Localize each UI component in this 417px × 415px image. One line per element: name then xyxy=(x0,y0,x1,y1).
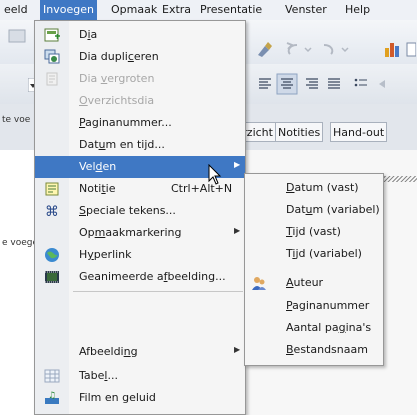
menu-opmaak[interactable]: Opmaak xyxy=(111,3,157,16)
svg-text:⌘: ⌘ xyxy=(45,204,59,219)
field-datum-variabel[interactable]: Datum (variabel) xyxy=(245,199,383,221)
menu-item-datum-en-tijd[interactable]: Datum en tijd... xyxy=(35,134,245,156)
align-right-icon[interactable] xyxy=(303,75,321,93)
note-icon xyxy=(45,182,59,196)
tab-hand-out[interactable]: Hand-out xyxy=(330,122,388,142)
tab-notities[interactable]: Notities xyxy=(275,122,324,142)
field-datum-vast[interactable]: Datum (vast) xyxy=(245,177,383,199)
field-tijd-variabel[interactable]: Tijd (variabel) xyxy=(245,243,383,265)
expand-slide-icon xyxy=(46,72,58,86)
indent-icon[interactable] xyxy=(376,75,394,93)
field-bestandsnaam[interactable]: Bestandsnaam xyxy=(245,339,383,361)
align-center-icon[interactable] xyxy=(276,73,298,95)
special-character-icon: ⌘ xyxy=(45,204,59,219)
menu-item-overzichtsdia[interactable]: Overzichtsdia xyxy=(35,90,245,112)
submenu-arrow-icon: ▶ xyxy=(234,226,241,235)
menu-beeld[interactable]: eeld xyxy=(4,3,28,16)
menu-item-speciale-tekens[interactable]: ⌘ Speciale tekens... xyxy=(35,200,245,222)
menu-item-tabel[interactable]: Tabel... xyxy=(35,365,245,387)
field-aantal-paginas[interactable]: Aantal pagina's xyxy=(245,317,383,339)
menu-item-hyperlink[interactable]: Hyperlink xyxy=(35,244,245,266)
slides-pane xyxy=(0,150,34,415)
duplicate-slide-icon xyxy=(44,49,60,64)
menu-item-dia-vergroten[interactable]: Dia vergroten xyxy=(35,68,245,90)
toolbar-button-icon[interactable] xyxy=(8,28,28,44)
menu-separator xyxy=(73,291,243,292)
menu-invoegen[interactable]: Invoegen xyxy=(40,0,97,20)
menu-item-paginanummer[interactable]: Paginanummer... xyxy=(35,112,245,134)
svg-text:♫: ♫ xyxy=(48,391,56,401)
chart-icon[interactable] xyxy=(383,40,403,58)
slides-pane-text-bottom: e voege xyxy=(2,238,39,248)
align-left-icon[interactable] xyxy=(256,75,274,93)
menu-venster[interactable]: Venster xyxy=(285,3,327,16)
menu-bar: eeld Invoegen Opmaak Extra Presentatie V… xyxy=(0,0,417,21)
justify-icon[interactable] xyxy=(325,75,343,93)
menu-extra[interactable]: Extra xyxy=(162,3,191,16)
author-icon xyxy=(252,277,266,290)
paint-tool-icon[interactable] xyxy=(255,40,273,58)
menu-presentatie[interactable]: Presentatie xyxy=(200,3,262,16)
menu-item-geanimeerde-afbeelding[interactable]: Geanimeerde afbeelding... xyxy=(35,266,245,288)
table-icon xyxy=(44,369,60,383)
menu-item-dia[interactable]: Dia xyxy=(35,24,245,46)
menu-item-afbeelding[interactable]: Afbeelding ▶ xyxy=(35,341,245,363)
submenu-arrow-icon: ▶ xyxy=(234,160,241,169)
submenu-arrow-icon: ▶ xyxy=(234,345,241,354)
field-auteur[interactable]: Auteur xyxy=(245,272,383,294)
slides-pane-text-top: te voe xyxy=(2,115,31,125)
field-tijd-vast[interactable]: Tijd (vast) xyxy=(245,221,383,243)
insert-menu: Dia Dia dupliceren Dia vergroten Overzic… xyxy=(34,20,246,415)
new-slide-icon xyxy=(44,28,60,42)
hyperlink-globe-icon xyxy=(45,248,59,262)
menu-item-opmaakmarkering[interactable]: Opmaakmarkering ▶ xyxy=(35,222,245,244)
animated-image-icon xyxy=(45,271,59,283)
media-icon: ♫ xyxy=(45,391,59,404)
menu-help[interactable]: Help xyxy=(345,3,370,16)
menu-item-dia-dupliceren[interactable]: Dia dupliceren xyxy=(35,46,245,68)
redo-icon[interactable] xyxy=(320,40,350,58)
fields-submenu: Datum (vast) Datum (variabel) Tijd (vast… xyxy=(244,173,384,366)
menu-item-film-en-geluid[interactable]: ♫ Film en geluid xyxy=(35,387,245,409)
bullet-list-icon[interactable] xyxy=(352,75,370,93)
field-paginanummer[interactable]: Paginanummer xyxy=(245,295,383,317)
table-icon[interactable] xyxy=(406,40,416,58)
undo-icon[interactable] xyxy=(283,40,313,58)
mouse-cursor-icon xyxy=(208,164,222,185)
